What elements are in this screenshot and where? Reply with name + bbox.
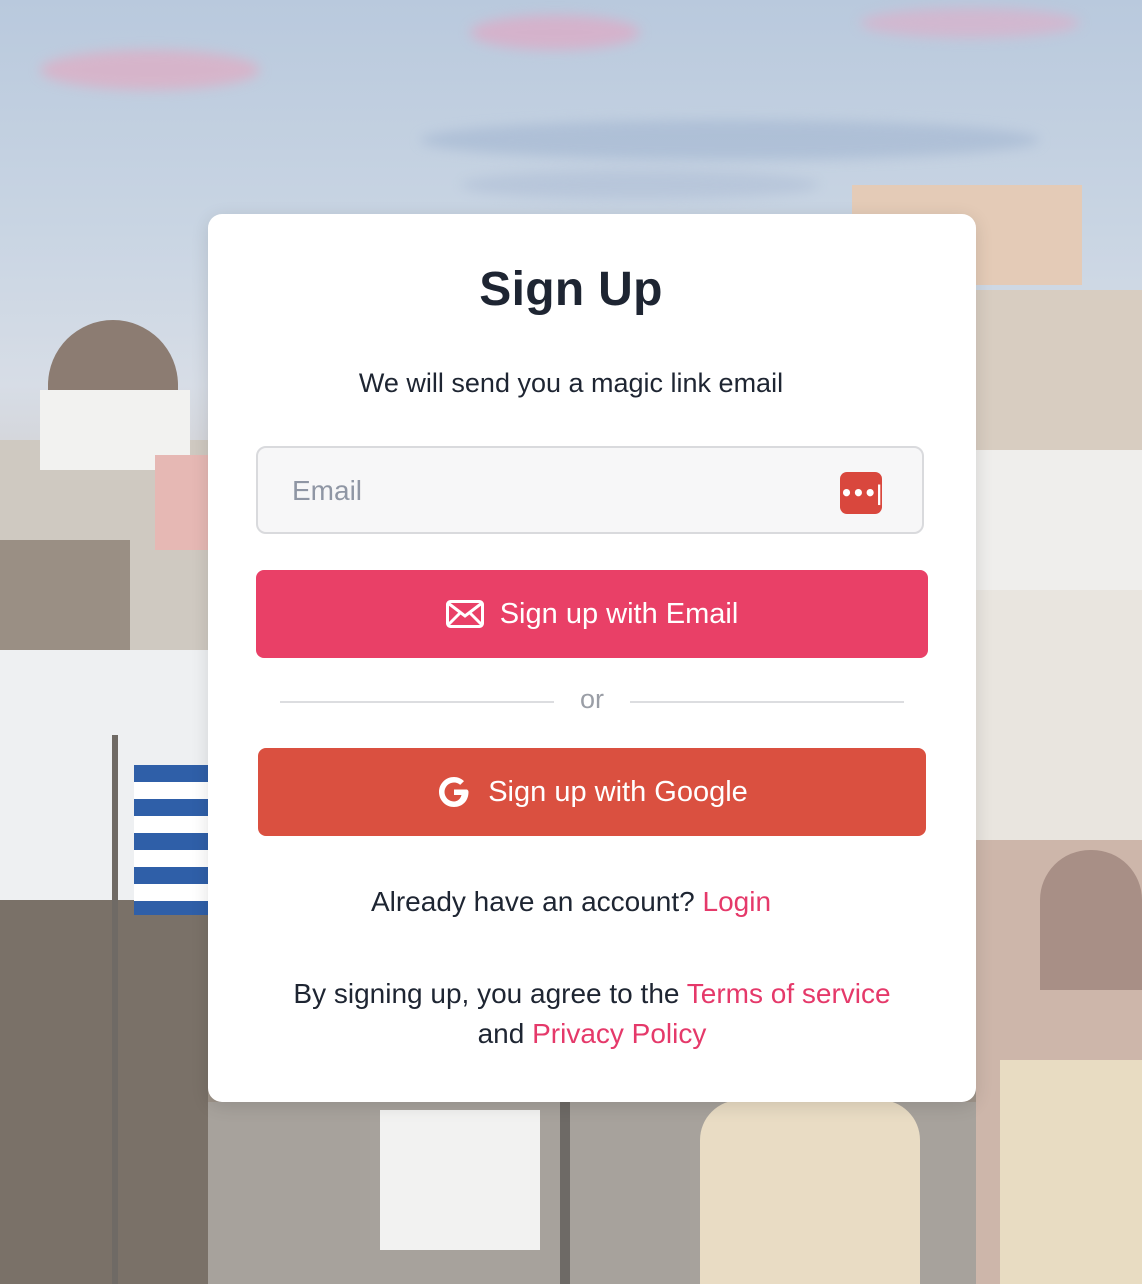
signup-email-label: Sign up with Email: [499, 597, 739, 630]
signup-page: Sign Up We will send you a magic link em…: [0, 0, 1142, 1284]
divider-right: [630, 701, 904, 703]
divider-or: or: [579, 684, 604, 714]
terms-link[interactable]: Terms of service: [687, 978, 891, 1009]
privacy-link[interactable]: Privacy Policy: [532, 1018, 706, 1049]
email-input[interactable]: [290, 448, 854, 534]
terms-prefix: By signing up, you agree to the: [293, 978, 680, 1009]
envelope-icon: [445, 600, 484, 628]
divider-left: [280, 701, 554, 703]
terms-notice: By signing up, you agree to the Terms of…: [290, 974, 894, 1054]
terms-and: and: [477, 1018, 525, 1049]
google-icon: [436, 774, 472, 810]
signup-google-button[interactable]: Sign up with Google: [258, 748, 926, 836]
subtitle: We will send you a magic link email: [358, 368, 784, 398]
signup-card: [208, 214, 976, 1102]
login-prompt: Already have an account? Login: [0, 886, 1142, 918]
login-link[interactable]: Login: [703, 886, 772, 917]
password-manager-icon[interactable]: •••|: [840, 472, 883, 514]
page-title: Sign Up: [479, 263, 663, 316]
signup-email-button[interactable]: Sign up with Email: [256, 570, 928, 658]
signup-google-label: Sign up with Google: [488, 775, 748, 808]
email-field[interactable]: •••|: [256, 446, 924, 534]
login-prompt-text: Already have an account?: [370, 886, 695, 917]
